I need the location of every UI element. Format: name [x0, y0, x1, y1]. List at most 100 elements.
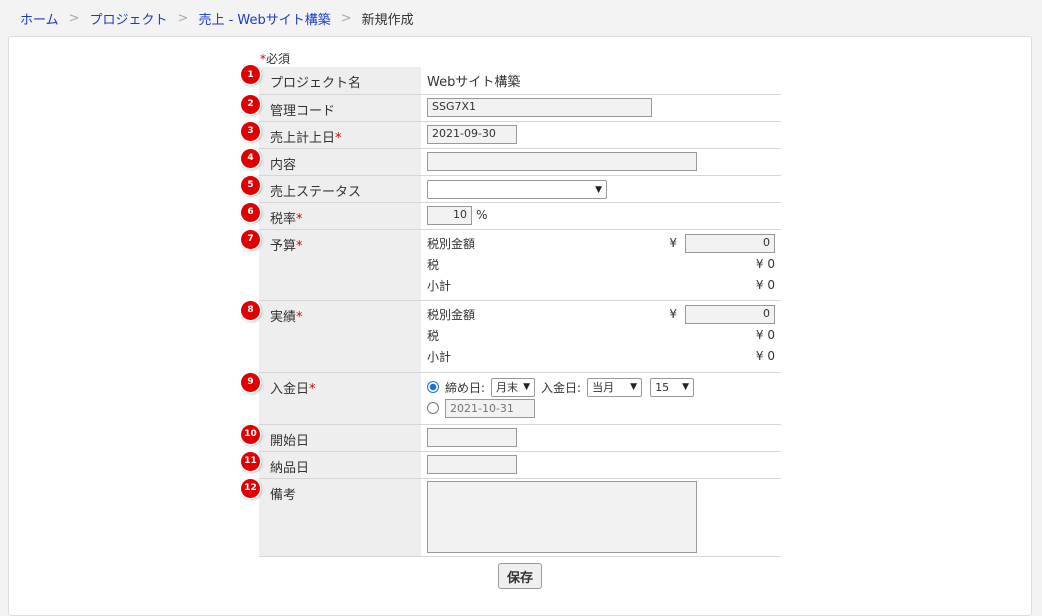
row-payment: 9 入金日* 締め日: 月末 ▼ 入金日: 当月 ▼ 15 ▼: [241, 372, 781, 425]
row-budget: 7 予算* 税別金額 ¥ 0 税 ¥ 0 小計 ¥ 0: [241, 229, 781, 301]
delivery-date-label: 納品日: [270, 460, 310, 476]
start-date-label: 開始日: [270, 433, 310, 449]
project-name-label: プロジェクト名: [270, 76, 362, 91]
row-sales-date: 3 売上計上日* 2021-09-30: [241, 121, 781, 149]
chevron-down-icon: ▼: [523, 382, 531, 392]
actual-tax-value: ¥ 0: [755, 328, 775, 342]
budget-tax-label: 税: [427, 257, 440, 272]
actual-subtotal-value: ¥ 0: [755, 349, 775, 363]
content-input[interactable]: [427, 151, 697, 171]
budget-label: 予算: [270, 238, 297, 254]
code-label: 管理コード: [270, 103, 336, 119]
required-note: *必須: [260, 50, 290, 67]
required-star: *: [335, 130, 342, 146]
breadcrumb-project-link[interactable]: プロジェクト: [90, 9, 168, 28]
chevron-down-icon: ▼: [595, 184, 602, 195]
status-label: 売上ステータス: [270, 184, 362, 200]
breadcrumb-separator: >: [340, 10, 352, 26]
payment-day-select[interactable]: 15 ▼: [650, 377, 695, 397]
row-notes: 12 備考: [241, 478, 781, 557]
budget-subtotal-label: 小計: [427, 278, 452, 293]
breadcrumb: ホーム > プロジェクト > 売上 - Webサイト構築 > 新規作成: [20, 9, 414, 28]
payment-month-value: 当月: [592, 381, 615, 394]
required-star: *: [309, 381, 316, 397]
payment-label: 入金日: [270, 381, 310, 397]
delivery-date-input[interactable]: [427, 454, 517, 474]
percent-unit: %: [476, 207, 488, 222]
payment-month-select[interactable]: 当月 ▼: [587, 377, 643, 397]
row-content: 4 内容: [241, 148, 781, 176]
actual-label: 実績: [270, 309, 297, 325]
code-input[interactable]: SSG7X1: [427, 97, 652, 117]
row-number-badge: 2: [241, 94, 260, 114]
closing-day-value: 月末: [496, 381, 519, 394]
payment-date-radio[interactable]: [427, 402, 439, 414]
content-label: 内容: [270, 157, 297, 173]
required-star: *: [296, 238, 303, 254]
budget-excl-input[interactable]: 0: [685, 233, 775, 253]
tax-rate-label: 税率: [270, 211, 297, 227]
row-project-name: 1 プロジェクト名 Webサイト構築: [241, 65, 781, 95]
sales-form-table: 1 プロジェクト名 Webサイト構築 2 管理コード SSG7X1 3 売上計上…: [241, 65, 781, 557]
row-number-badge: 6: [241, 202, 260, 222]
project-name-value: Webサイト構築: [427, 75, 521, 90]
row-number-badge: 10: [241, 424, 260, 444]
row-number-badge: 3: [241, 121, 260, 141]
row-number-badge: 12: [241, 478, 260, 498]
actual-excl-row: 税別金額 ¥ 0: [427, 304, 775, 325]
required-star: *: [296, 211, 303, 227]
row-start-date: 10 開始日: [241, 424, 781, 452]
actual-subtotal-label: 小計: [427, 349, 452, 364]
budget-subtotal-row: 小計 ¥ 0: [427, 275, 775, 296]
breadcrumb-separator: >: [68, 10, 80, 26]
actual-subtotal-row: 小計 ¥ 0: [427, 346, 775, 367]
row-number-badge: 9: [241, 372, 260, 392]
save-button[interactable]: 保存: [498, 563, 542, 589]
payment-day-value: 15: [655, 380, 670, 394]
required-star: *: [296, 309, 303, 325]
payment-date-line: [427, 398, 775, 419]
breadcrumb-separator: >: [177, 10, 189, 26]
actual-tax-label: 税: [427, 328, 440, 343]
row-number-badge: 4: [241, 148, 260, 168]
chevron-down-icon: ▼: [682, 382, 690, 392]
row-tax-rate: 6 税率* 10 %: [241, 202, 781, 230]
row-number-badge: 11: [241, 451, 260, 471]
breadcrumb-current: 新規作成: [361, 12, 414, 28]
closing-day-label: 締め日:: [445, 380, 486, 395]
notes-label: 備考: [270, 487, 297, 503]
row-number-badge: 8: [241, 300, 260, 320]
actual-excl-label: 税別金額: [427, 307, 476, 322]
payment-date-input[interactable]: [445, 398, 535, 418]
breadcrumb-sales-link[interactable]: 売上 - Webサイト構築: [198, 9, 330, 28]
payment-rule-radio[interactable]: [427, 381, 439, 393]
status-select[interactable]: ▼: [427, 180, 607, 199]
tax-rate-input[interactable]: 10: [427, 205, 472, 225]
payment-day-label: 入金日:: [541, 380, 582, 395]
sales-date-label: 売上計上日: [270, 130, 336, 146]
row-delivery-date: 11 納品日: [241, 451, 781, 479]
row-code: 2 管理コード SSG7X1: [241, 94, 781, 122]
row-number-badge: 1: [241, 65, 260, 84]
chevron-down-icon: ▼: [630, 382, 638, 392]
breadcrumb-home-link[interactable]: ホーム: [20, 9, 59, 28]
row-actual: 8 実績* 税別金額 ¥ 0 税 ¥ 0 小計 ¥ 0: [241, 300, 781, 373]
payment-rule-line: 締め日: 月末 ▼ 入金日: 当月 ▼ 15 ▼: [427, 377, 775, 398]
actual-tax-row: 税 ¥ 0: [427, 325, 775, 346]
required-note-text: 必須: [266, 52, 291, 66]
budget-tax-value: ¥ 0: [755, 257, 775, 271]
row-number-badge: 7: [241, 229, 260, 249]
budget-excl-row: 税別金額 ¥ 0: [427, 233, 775, 254]
actual-excl-input[interactable]: 0: [685, 304, 775, 324]
closing-day-select[interactable]: 月末 ▼: [491, 377, 536, 397]
yen-symbol: ¥: [669, 236, 677, 250]
yen-symbol: ¥: [669, 307, 677, 321]
sales-date-input[interactable]: 2021-09-30: [427, 124, 517, 144]
notes-textarea[interactable]: [427, 480, 697, 553]
row-number-badge: 5: [241, 175, 260, 195]
budget-tax-row: 税 ¥ 0: [427, 254, 775, 275]
start-date-input[interactable]: [427, 427, 517, 447]
row-status: 5 売上ステータス ▼: [241, 175, 781, 203]
budget-subtotal-value: ¥ 0: [755, 278, 775, 292]
budget-excl-label: 税別金額: [427, 236, 476, 251]
